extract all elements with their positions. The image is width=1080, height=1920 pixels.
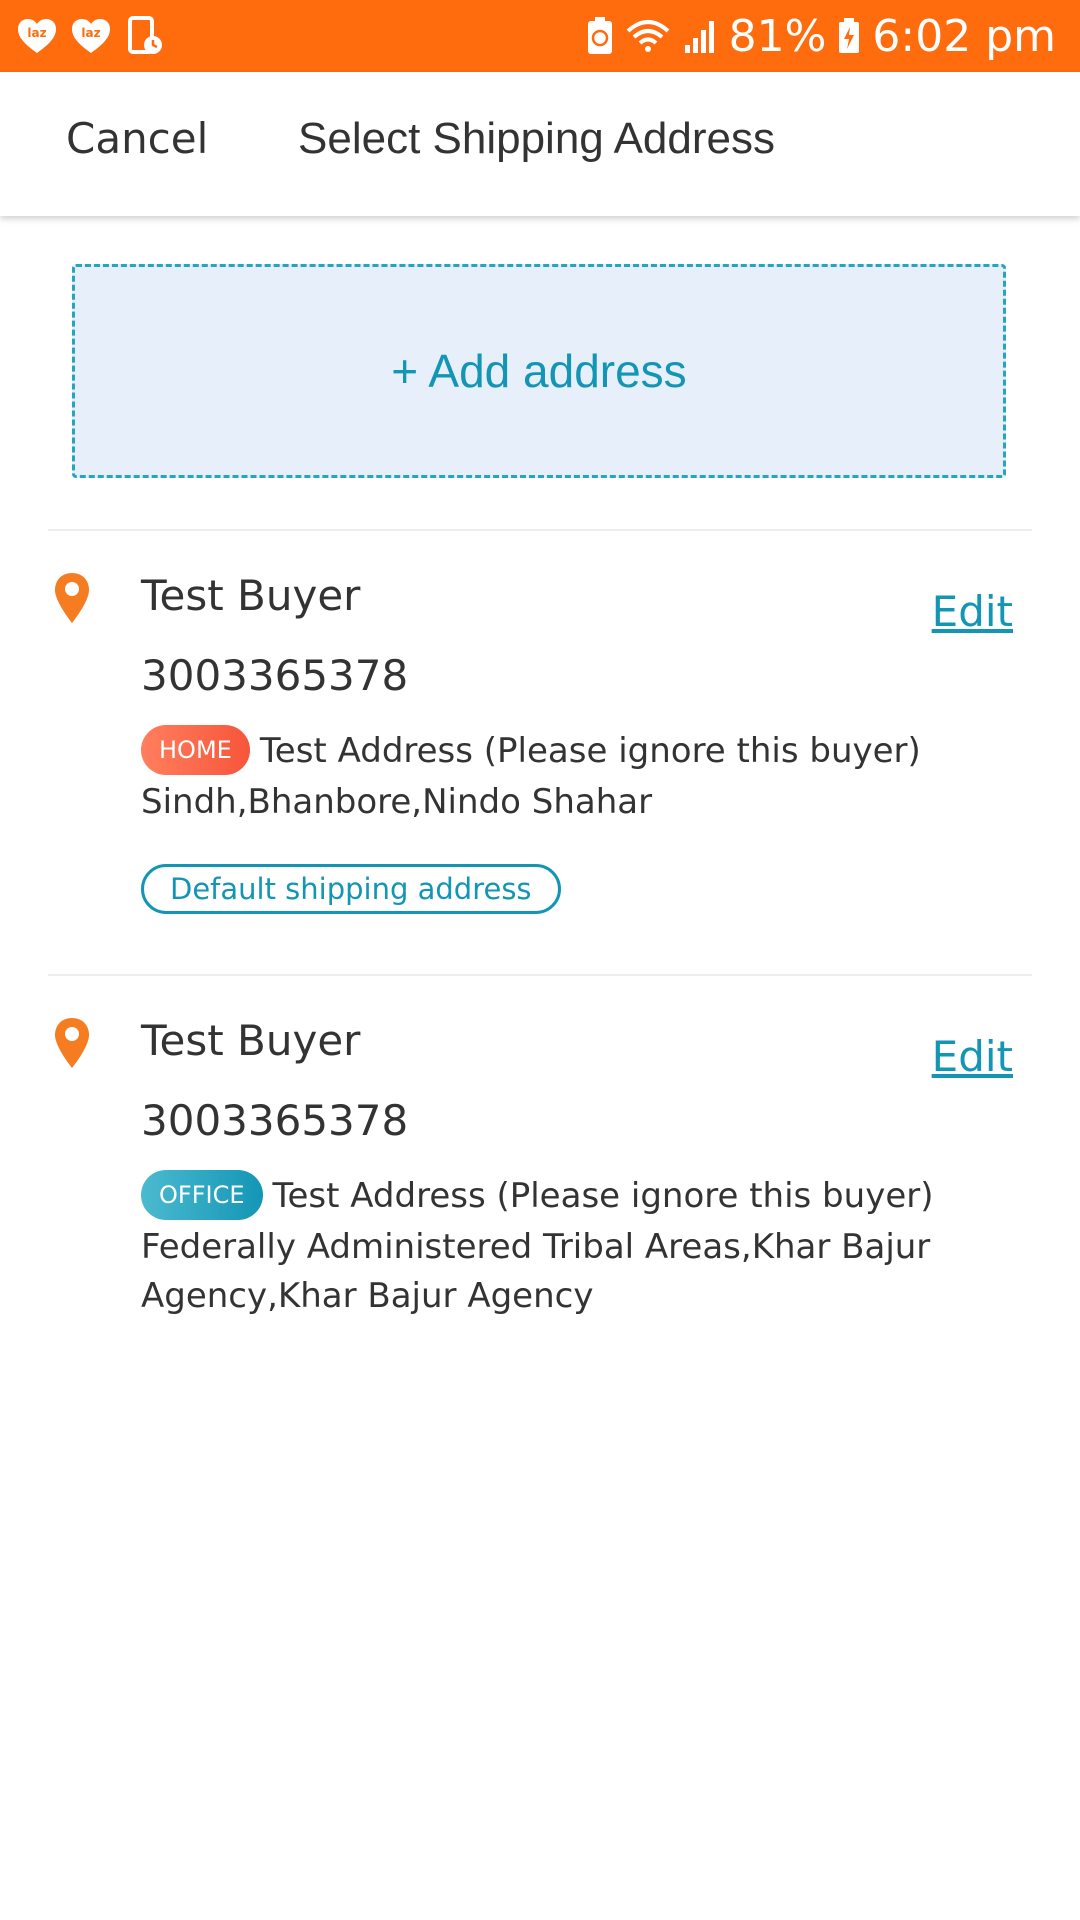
add-address-button[interactable]: + Add address [72,264,1006,478]
recipient-phone: 3003365378 [141,651,409,700]
location-pin-icon [52,571,92,630]
address-card[interactable]: Test Buyer Edit 3003365378 OFFICE Test Ad… [0,976,1080,1376]
status-bar: laz laz 81% 6:02 pm [0,0,1080,72]
address-text: HOME Test Address (Please ignore this buy… [141,724,961,827]
system-status: 81% 6:02 pm [587,0,1056,72]
address-line-2: Sindh,Bhanbore,Nindo Shahar [141,781,653,822]
notification-icons: laz laz [16,14,166,58]
address-line-1: Test Address (Please ignore this buyer) [259,731,921,771]
default-address-badge: Default shipping address [141,864,561,914]
recipient-name: Test Buyer [141,571,361,620]
recipient-phone: 3003365378 [141,1096,409,1145]
address-line-2: Federally Administered Tribal Areas,Khar… [141,1226,931,1316]
recipient-name: Test Buyer [141,1016,361,1065]
battery-percent: 81% [728,10,827,62]
address-type-badge: HOME [141,724,250,775]
edit-address-link[interactable]: Edit [932,587,1013,636]
location-pin-icon [52,1016,92,1075]
edit-address-link[interactable]: Edit [932,1032,1013,1081]
signal-icon [683,17,717,55]
page-title: Select Shipping Address [298,114,775,163]
clock: 6:02 pm [872,10,1056,62]
cancel-button[interactable]: Cancel [66,114,208,163]
address-type-badge: OFFICE [141,1169,263,1220]
wifi-icon [625,17,671,55]
address-line-1: Test Address (Please ignore this buyer) [272,1176,934,1216]
laz-heart-icon: laz [16,17,58,55]
svg-text:laz: laz [81,26,100,40]
laz-heart-icon: laz [70,17,112,55]
svg-text:laz: laz [27,26,46,40]
battery-charging-icon [838,18,860,54]
phone-clock-icon [124,16,166,55]
top-app-bar: Cancel Select Shipping Address [0,72,1080,216]
address-text: OFFICE Test Address (Please ignore this b… [141,1169,961,1321]
battery-saver-icon [587,17,613,55]
